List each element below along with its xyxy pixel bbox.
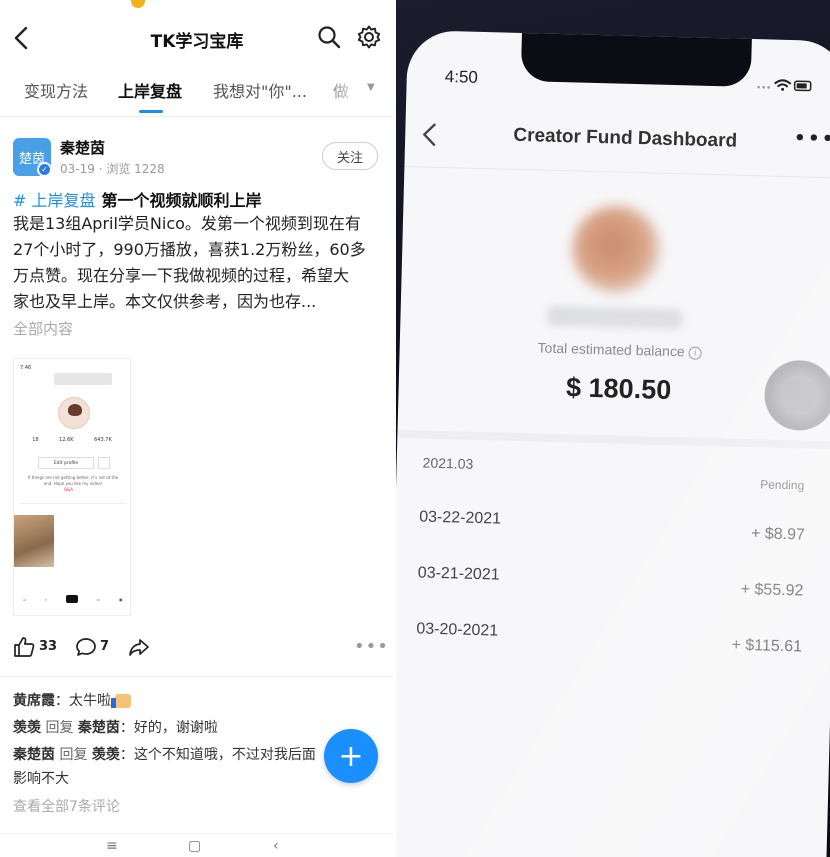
post-body-line: 27个小时了，990万播放，喜获1.2万粉丝，60多: [13, 240, 366, 259]
action-bar: 33 7 •••: [0, 634, 394, 662]
comment-text: ：太牛啦: [55, 693, 111, 709]
post-image[interactable]: 7:46 18 12.6K 643.7K Edit profile If thi…: [13, 358, 131, 616]
post-meta: 03-19 · 浏览 1228: [60, 162, 165, 176]
thumb-search-icon: ⌕: [44, 596, 47, 602]
active-tab-indicator: [139, 110, 163, 113]
earning-date: 03-22-2021: [419, 508, 502, 528]
comment-text: ：这个不知道哦，不过对我后面: [119, 747, 316, 763]
verified-icon: ✓: [37, 162, 52, 177]
topic-tag[interactable]: # 上岸复盘: [13, 191, 96, 210]
post-body: 我是13组April学员Nico。发第一个视频到现在有 27个小时了，990万播…: [13, 211, 383, 315]
add-post-button[interactable]: +: [324, 729, 378, 783]
page-title: Creator Fund Dashboard: [513, 124, 738, 152]
top-bar: TK学习宝库: [0, 18, 394, 58]
balance-label-text: Total estimated balance: [537, 339, 685, 360]
thumb-nav: ⌂ ⌕ ▭ ●: [14, 589, 130, 609]
comment-item: 羡羡 回复 秦楚茵：好的，谢谢啦: [13, 716, 383, 740]
thumb-avatar: [58, 397, 90, 429]
thumb-profile-icon: ●: [119, 596, 123, 602]
phone-photo-panel: 4:50 Creator Fund Dashboard ••• Total es…: [396, 0, 830, 857]
divider: [404, 165, 830, 179]
comment-icon[interactable]: [75, 636, 97, 658]
pending-label: Pending: [760, 477, 805, 493]
thumb-qa: Q&A: [64, 487, 74, 492]
section-divider: [397, 429, 830, 450]
dashboard-header: Creator Fund Dashboard •••: [405, 118, 830, 170]
see-all-comments-link[interactable]: 查看全部7条评论: [13, 796, 120, 816]
earning-amount: + $55.92: [740, 580, 804, 600]
thumbs-up-emoji-icon: [111, 694, 132, 708]
avatar: [571, 204, 662, 295]
thumb-inbox-icon: ▭: [96, 596, 101, 602]
comment-item: 黄席霞：太牛啦: [13, 689, 383, 713]
thumb-stat: 643.7K: [94, 437, 112, 443]
divider: [0, 676, 394, 677]
author-name[interactable]: 秦楚茵: [60, 137, 105, 158]
tab-message[interactable]: 我想对"你"...: [213, 78, 307, 102]
divider: [0, 116, 394, 117]
earning-amount: + $115.61: [731, 636, 803, 656]
comment-user[interactable]: 羡羡: [13, 720, 41, 736]
read-more-link[interactable]: 全部内容: [13, 318, 73, 339]
assistive-touch-button[interactable]: [763, 359, 830, 432]
like-count: 33: [39, 639, 58, 654]
gear-icon[interactable]: [356, 24, 382, 50]
tab-monetization[interactable]: 变现方法: [24, 78, 88, 102]
earning-date: 03-20-2021: [416, 620, 499, 640]
info-icon[interactable]: i: [688, 346, 702, 360]
comment-text: ：好的，谢谢啦: [119, 720, 218, 736]
thumb-stats: 18 12.6K 643.7K: [22, 437, 122, 443]
post-title: # 上岸复盘 第一个视频就顺利上岸: [13, 187, 383, 211]
reply-word: 回复: [45, 720, 74, 736]
phone-notch: [520, 30, 752, 87]
earning-date: 03-21-2021: [417, 564, 500, 584]
reply-target[interactable]: 羡羡: [92, 747, 120, 763]
thumb-video-tile: [14, 515, 54, 567]
home-square-icon[interactable]: ▢: [188, 838, 201, 854]
category-tabs: 变现方法 上岸复盘 我想对"你"... 做 ▼: [0, 70, 394, 114]
reply-target[interactable]: 秦楚茵: [78, 720, 120, 736]
thumb-divider: [20, 503, 126, 504]
reply-word: 回复: [59, 747, 88, 763]
earning-amount: + $8.97: [750, 525, 806, 544]
comment-count: 7: [100, 639, 110, 654]
status-time: 4:50: [444, 66, 479, 87]
post-body-line: 家也及早上岸。本文仅供参考，因为也存...: [13, 292, 317, 311]
username-blur: [546, 305, 683, 330]
post-headline: 第一个视频就顺利上岸: [101, 191, 262, 210]
back-nav-icon[interactable]: ‹: [273, 838, 279, 854]
menu-icon[interactable]: ≡: [106, 838, 118, 854]
more-icon[interactable]: •••: [793, 126, 830, 152]
thumb-stat: 18: [32, 437, 39, 443]
thumb-bookmark-icon: [98, 457, 110, 469]
chevron-down-icon[interactable]: ▼: [367, 82, 375, 93]
thumb-bio: If things are not getting better, it's n…: [27, 475, 119, 486]
thumb-stat: 12.6K: [59, 437, 74, 443]
month-header: 2021.03: [422, 454, 474, 472]
share-icon[interactable]: [128, 636, 150, 658]
forum-app-panel: TK学习宝库 变现方法 上岸复盘 我想对"你"... 做 ▼ 楚茵 ✓ 秦楚茵 …: [0, 0, 394, 857]
follow-button[interactable]: 关注: [322, 142, 378, 170]
thumb-edit-profile: Edit profile: [38, 457, 94, 469]
thumbs-up-icon[interactable]: [13, 636, 35, 658]
search-icon[interactable]: [316, 24, 342, 50]
thumb-home-icon: ⌂: [23, 596, 26, 602]
balance-label: Total estimated balance i: [400, 336, 830, 364]
thumb-plus-icon: [65, 595, 78, 603]
comment-user[interactable]: 黄席霞: [13, 693, 55, 709]
tab-review[interactable]: 上岸复盘: [118, 78, 182, 102]
phone-screen: 4:50 Creator Fund Dashboard ••• Total es…: [396, 30, 830, 857]
thumb-username-blur: [54, 373, 112, 385]
more-icon[interactable]: •••: [354, 636, 389, 657]
post-body-line: 万点赞。现在分享一下我做视频的过程，希望大: [13, 266, 350, 285]
wifi-battery-icon: [757, 79, 812, 92]
system-nav-bar: ≡ ▢ ‹: [0, 833, 394, 857]
status-notification-icon: [131, 0, 145, 8]
comment-user[interactable]: 秦楚茵: [13, 747, 55, 763]
post-body-line: 我是13组April学员Nico。发第一个视频到现在有: [13, 214, 361, 233]
comment-text-continued: 影响不大: [13, 771, 69, 787]
thumb-time: 7:46: [20, 365, 32, 371]
